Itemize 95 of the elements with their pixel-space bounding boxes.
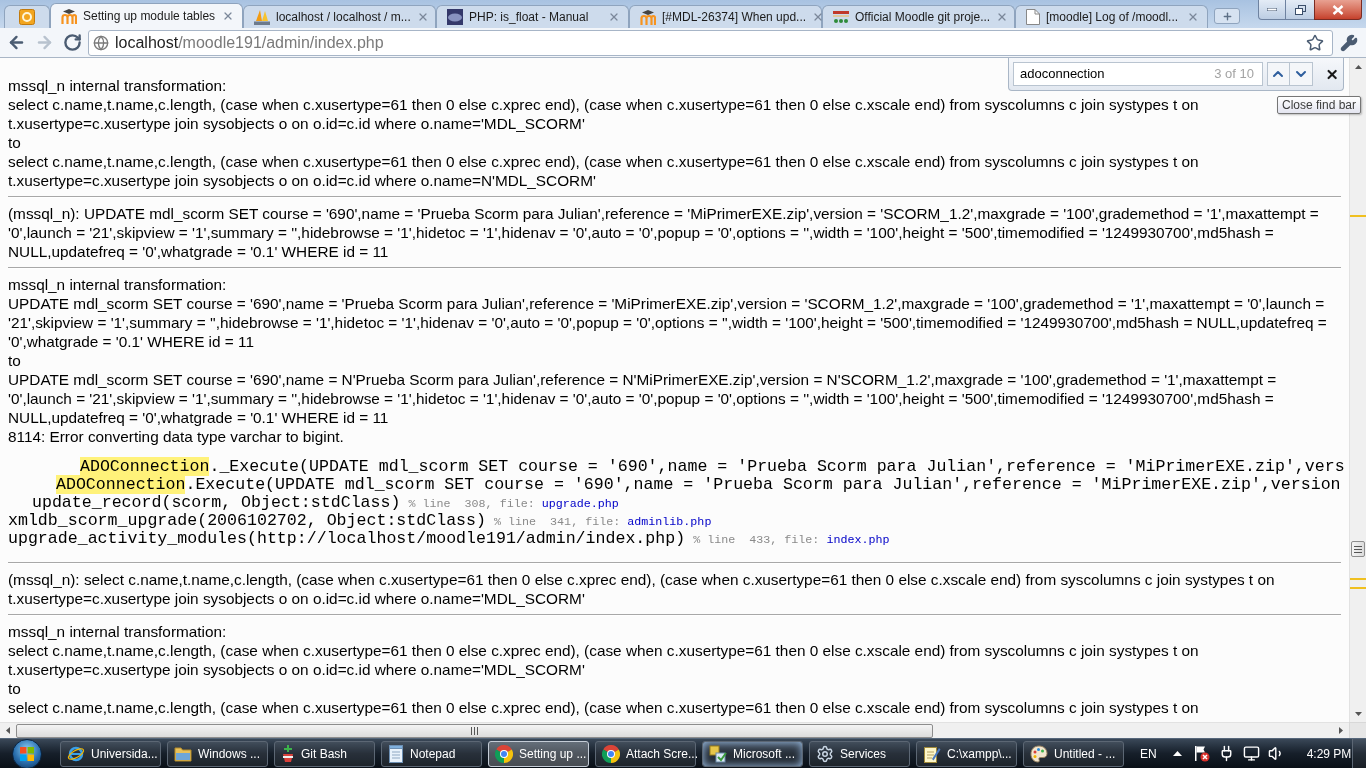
sql-statement: UPDATE mdl_scorm SET course = '690',name = N'Prueba Scorm para Julian',reference = N'MiPrimerEXE.zip',version = N'SCORM_1.2',maxgrade = '100',grademethod = '1',maxattempt = '0',launch = '21',skipview = '1',summary = '',hidebrowse = '1',hidetoc = '1',hidenav = '0',auto = '0',popup = '0',options = '',width = '100',height = '500',timemodified = '1249930700',md5hash = NULL,updatefreq = '0',whatgrade = '0.1' WHERE id = 11 (8, 370, 1278, 427)
file-link[interactable]: index.php (826, 531, 890, 549)
close-button[interactable] (1314, 0, 1362, 20)
scrollbar-corner (1349, 722, 1366, 738)
palette-icon (1030, 744, 1048, 763)
sql-query: (mssql_n): select c.name,t.name,c.length, (case when c.xusertype=61 then 0 else c.xprec end), (case when c.xusertype=61 then 0 else c.xscale end) from syscolumns c join systypes t on t.xusertype=c.xusertype join sysobjects o on o.id=c.id where o.name='MDL_SCORM' (8, 570, 1276, 608)
address-field[interactable]: localhost/moodle191/admin/index.php (88, 29, 1333, 56)
browser-tab[interactable]: [#MDL-26374] When upd... (629, 5, 822, 28)
match-marker-icon (1350, 215, 1366, 217)
scroll-thumb[interactable] (16, 723, 933, 738)
to-text: to (8, 351, 21, 370)
circle-logo-icon (602, 744, 620, 763)
pinned-tab[interactable] (4, 5, 50, 28)
match-marker-icon (1350, 578, 1366, 580)
file-link[interactable]: upgrade.php (541, 495, 619, 513)
scroll-up-arrow-icon[interactable] (1354, 64, 1362, 69)
transformation-heading: mssql_n internal transformation: (8, 622, 227, 641)
notepad-icon (388, 744, 404, 763)
cap-logo-icon (640, 9, 656, 25)
document-icon (1026, 9, 1040, 25)
restore-icon (1294, 4, 1306, 15)
browser-tab[interactable]: Official Moodle git proje... (822, 5, 1015, 28)
reload-icon (62, 33, 82, 52)
match-count: 3 of 10 (1214, 65, 1254, 84)
scroll-thumb[interactable] (1351, 541, 1365, 557)
taskbar-button[interactable]: Microsoft ... (702, 740, 803, 767)
line-info-text: % line 341, file: (494, 514, 621, 531)
taskbar-button[interactable]: Services (809, 740, 910, 767)
transformation-heading: mssql_n internal transformation: (8, 76, 227, 95)
notepad-pencil-icon (923, 744, 941, 763)
minimize-icon (1267, 8, 1277, 11)
taskbar-button[interactable]: Untitled - ... (1023, 740, 1124, 767)
to-text: to (8, 133, 21, 152)
previous-match-button[interactable] (1266, 62, 1290, 86)
taskbar-button[interactable]: C:\xampp\... (916, 740, 1017, 767)
cap-logo-icon (61, 8, 77, 24)
scroll-down-arrow-icon[interactable] (1354, 711, 1362, 716)
squares-check-icon (709, 744, 727, 763)
browser-tab[interactable]: Setting up module tables (50, 3, 243, 28)
wrench-icon (1340, 33, 1358, 52)
tooltip: Close find bar (1277, 96, 1362, 114)
oval-logo-icon (447, 9, 463, 25)
grip-icon (471, 726, 478, 735)
browser-tab[interactable]: localhost / localhost / m... (243, 5, 436, 28)
line-info-text: % line 308, file: (408, 496, 535, 513)
taskbar-button[interactable]: Notepad (381, 740, 482, 767)
taskbar-button[interactable]: Universida... (60, 740, 161, 767)
restore-button[interactable] (1286, 0, 1314, 20)
horizontal-scrollbar[interactable] (0, 722, 1349, 738)
plus-icon (1221, 10, 1233, 22)
start-button[interactable] (12, 738, 42, 768)
star-icon[interactable] (1306, 33, 1324, 52)
backtrace-call: upgrade_activity_modules(http://localhost/moodle191/admin/index.php) (8, 530, 686, 548)
taskbar-button[interactable]: Attach Scre... (595, 740, 696, 767)
language-indicator[interactable]: EN (1140, 744, 1157, 763)
match-marker-icon (1350, 587, 1366, 589)
line-info-text: % line 433, file: (693, 532, 820, 549)
backtrace-call: xmldb_scorm_upgrade(2006102702, Object:stdClass) (8, 512, 486, 530)
scroll-right-arrow-icon[interactable] (1339, 727, 1343, 734)
file-link[interactable]: adminlib.php (627, 513, 712, 531)
backtrace-call: ADOConnection.Execute(UPDATE mdl_scorm SET course = '690',name = 'Prueba Scorm para Julian',reference = 'MiPrimerEXE.zip',version (56, 476, 1341, 494)
browser-tab[interactable]: [moodle] Log of /moodl... (1015, 5, 1208, 28)
sql-query: (mssql_n): UPDATE mdl_scorm SET course = '690',name = 'Prueba Scorm para Julian',reference = 'MiPrimerEXE.zip',version = 'SCORM_1.2',maxgrade = '100',grademethod = '1',maxattempt = '0',launch = '21',skipview = '1',summary = '',hidebrowse = '1',hidetoc = '1',hidenav = '0',auto = '0',popup = '0',options = '',width = '100',height = '500',timemodified = '1249930700',md5hash = NULL,updatefreq = '0',whatgrade = '0.1' WHERE id = 11 (8, 204, 1320, 261)
four-pane-icon (20, 746, 34, 761)
sql-statement: select c.name,t.name,c.length, (case when c.xusertype=61 then 0 else c.xprec end), (case when c.xusertype=61 then 0 else c.xscale end) from syscolumns c join systypes t on t.xusertype=c.xusertype join sysobjects o on o.id=c.id where o.name=N'MDL_SCORM' (8, 152, 1200, 190)
next-match-button[interactable] (1289, 62, 1313, 86)
caret-up-icon[interactable] (1172, 751, 1182, 756)
error-message: 8114: Error converting data type varchar to bigint. (8, 427, 344, 446)
sail-logo-icon (254, 9, 270, 25)
find-field[interactable]: adoconnection 3 of 10 (1013, 62, 1263, 86)
clock-text[interactable]: 4:29 PM (1306, 744, 1352, 763)
circle-logo-icon (495, 744, 513, 763)
gear-icon (816, 744, 834, 763)
scroll-left-arrow-icon[interactable] (6, 727, 10, 734)
taskbar-button[interactable]: Git Bash (274, 740, 375, 767)
sql-statement: select c.name,t.name,c.length, (case when c.xusertype=61 then 0 else c.xprec end), (case when c.xusertype=61 then 0 else c.xscale end) from syscolumns c join systypes t on (8, 698, 1199, 717)
backtrace-call: update_record(scorm, Object:stdClass) (32, 494, 401, 512)
backtrace-call: ADOConnection._Execute(UPDATE mdl_scorm SET course = '690',name = 'Prueba Scorm para Julian',reference = 'MiPrimerEXE.zip',vers (80, 458, 1345, 476)
browser-tab[interactable]: PHP: is_float - Manual (436, 5, 629, 28)
plus-bucket-icon (281, 744, 295, 763)
orbit-logo-icon (67, 744, 85, 763)
taskbar-button[interactable]: Setting up ... (488, 740, 589, 767)
dots-logo-icon (833, 9, 849, 25)
new-tab-button[interactable] (1214, 8, 1240, 24)
monitor-icon[interactable] (1242, 745, 1260, 762)
grip-icon (1354, 545, 1362, 553)
folder-icon (174, 745, 192, 762)
show-desktop-button[interactable] (1352, 739, 1366, 768)
flag-warning-icon[interactable] (1193, 745, 1210, 762)
globe-icon (93, 34, 109, 51)
taskbar-button[interactable]: Windows ... (167, 740, 268, 767)
ring-tile-icon (19, 9, 35, 25)
close-icon (1332, 4, 1344, 15)
to-text: to (8, 679, 21, 698)
transformation-heading: mssql_n internal transformation: (8, 275, 227, 294)
